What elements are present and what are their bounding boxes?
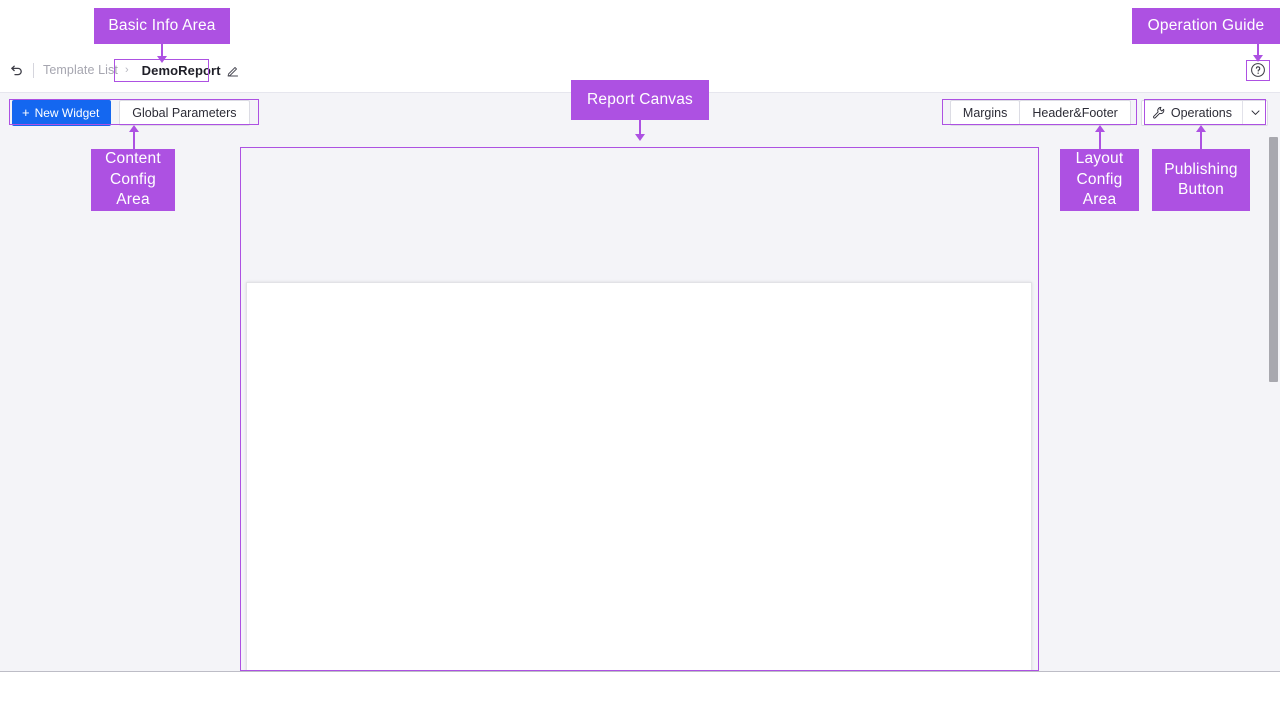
breadcrumb-parent-link[interactable]: Template List	[43, 63, 118, 77]
annotation-publishing-line1: Publishing	[1164, 160, 1238, 178]
operations-button[interactable]: Operations	[1142, 101, 1242, 125]
operations-label: Operations	[1170, 105, 1232, 120]
new-widget-label: New Widget	[34, 105, 100, 120]
annotation-layout-config-line3: Area	[1082, 191, 1117, 209]
editor-body	[0, 132, 1280, 720]
annotation-content-config-area: Content Config Area	[91, 149, 175, 211]
help-question-circle-icon[interactable]	[1250, 62, 1266, 78]
annotation-basic-info-area: Basic Info Area	[94, 8, 230, 44]
annotation-leader-layout-config	[1099, 131, 1101, 149]
breadcrumb-divider	[33, 62, 34, 78]
wrench-icon	[1152, 106, 1165, 119]
page-footer-area	[0, 672, 1280, 720]
annotation-arrow-report-canvas	[635, 134, 645, 141]
content-config-toolbar-group: + New Widget Global Parameters	[12, 99, 250, 126]
global-parameters-label: Global Parameters	[132, 105, 237, 120]
report-canvas[interactable]	[246, 282, 1032, 720]
annotation-content-config-line3: Area	[116, 191, 150, 209]
breadcrumb-current-item[interactable]: DemoReport	[136, 60, 244, 81]
margins-button[interactable]: Margins	[949, 99, 1021, 126]
vertical-scrollbar-thumb[interactable]	[1269, 137, 1278, 382]
annotation-layout-config-area: Layout Config Area	[1060, 149, 1139, 211]
annotation-publishing-line2: Button	[1177, 181, 1224, 198]
annotation-layout-config-line2: Config	[1076, 170, 1123, 188]
header-footer-label: Header&Footer	[1032, 105, 1118, 120]
plus-icon: +	[22, 105, 30, 120]
margins-label: Margins	[962, 105, 1008, 120]
report-name-label: DemoReport	[141, 62, 221, 78]
annotation-layout-config-line1: Layout	[1075, 150, 1124, 168]
annotation-publishing-button: Publishing Button	[1152, 149, 1250, 211]
global-parameters-button[interactable]: Global Parameters	[119, 99, 250, 126]
annotation-leader-publishing	[1200, 131, 1202, 149]
new-widget-button[interactable]: + New Widget	[12, 99, 112, 126]
annotation-arrow-operation-guide	[1253, 55, 1263, 62]
chevron-down-icon	[1251, 110, 1259, 115]
annotation-arrow-layout-config	[1095, 125, 1105, 132]
layout-buttons-group: Margins Header&Footer	[949, 99, 1131, 126]
back-arrow-icon[interactable]	[9, 62, 25, 78]
annotation-content-config-line2: Config	[109, 170, 156, 188]
breadcrumb-chevron-icon: ›	[124, 64, 129, 76]
operations-split-button: Operations	[1140, 99, 1268, 126]
annotation-arrow-publishing	[1196, 125, 1206, 132]
annotation-arrow-content-config	[129, 125, 139, 132]
app-root: Template List › DemoReport + New Widget …	[0, 0, 1280, 720]
annotation-report-canvas: Report Canvas	[571, 80, 709, 120]
annotation-leader-content-config	[133, 131, 135, 149]
layout-config-toolbar-group: Margins Header&Footer Operations	[949, 99, 1268, 126]
header-footer-button[interactable]: Header&Footer	[1019, 99, 1131, 126]
annotation-content-config-line1: Content	[105, 150, 161, 168]
operations-dropdown-toggle[interactable]	[1243, 101, 1267, 125]
pencil-edit-icon[interactable]	[227, 64, 239, 77]
annotation-arrow-basic-info	[157, 56, 167, 63]
annotation-operation-guide: Operation Guide	[1132, 8, 1280, 44]
